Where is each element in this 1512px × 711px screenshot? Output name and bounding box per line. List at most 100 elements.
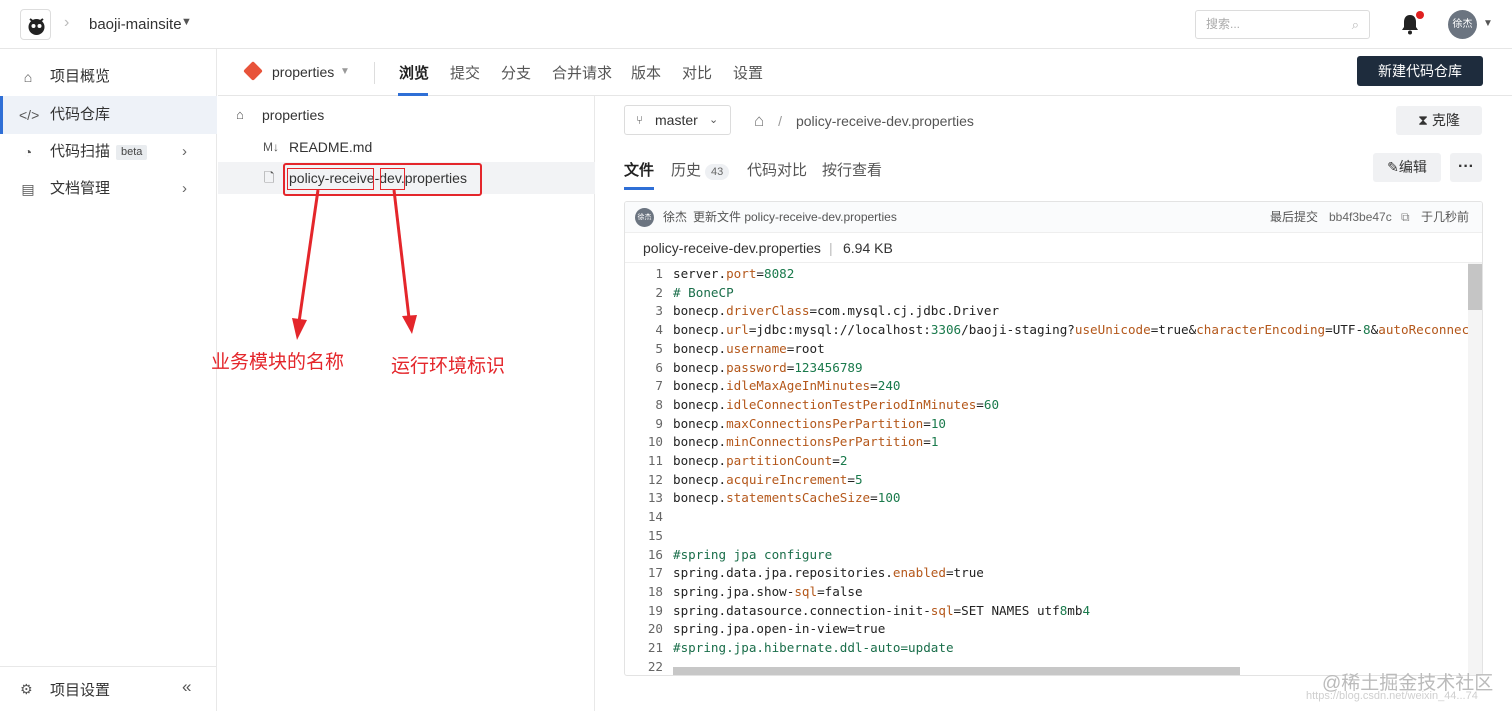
home-icon[interactable]: ⌂ xyxy=(754,111,764,130)
history-count: 43 xyxy=(705,164,730,180)
commit-time: 于几秒前 xyxy=(1421,210,1470,224)
commit-hash[interactable]: bb4f3be47c xyxy=(1329,202,1392,233)
line-source: server.port=8082 xyxy=(673,266,795,281)
commit-bar: 徐杰 徐杰 更新文件 policy-receive-dev.properties… xyxy=(625,202,1482,233)
divider: | xyxy=(829,240,833,256)
line-number[interactable]: 22 xyxy=(625,658,663,675)
line-number[interactable]: 20 xyxy=(625,620,663,639)
line-number[interactable]: 3 xyxy=(625,302,663,321)
line-number[interactable]: 2 xyxy=(625,284,663,303)
code-line: 16 #spring jpa configure xyxy=(625,546,1468,565)
line-number[interactable]: 18 xyxy=(625,583,663,602)
commit-author[interactable]: 徐杰 xyxy=(663,202,687,233)
code-line: 14 xyxy=(625,508,1468,527)
file-name: policy-receive-dev.properties xyxy=(643,240,821,256)
line-number[interactable]: 14 xyxy=(625,508,663,527)
avatar[interactable]: 徐杰 xyxy=(635,208,654,227)
line-number[interactable]: 12 xyxy=(625,471,663,490)
edit-label: 编辑 xyxy=(1398,159,1427,175)
line-number[interactable]: 13 xyxy=(625,489,663,508)
code-line: 7 bonecp.idleMaxAgeInMinutes=240 xyxy=(625,377,1468,396)
line-source: bonecp.username=root xyxy=(673,340,825,356)
tab-file[interactable]: 文件 xyxy=(624,159,654,180)
line-number[interactable]: 9 xyxy=(625,415,663,434)
code-line: 10 bonecp.minConnectionsPerPartition=1 xyxy=(625,433,1468,452)
line-number[interactable]: 10 xyxy=(625,433,663,452)
line-source: spring.datasource.connection-init-sql=SE… xyxy=(673,602,1091,618)
line-source: bonecp.statementsCacheSize=100 xyxy=(673,490,901,506)
code-line: 9 bonecp.maxConnectionsPerPartition=10 xyxy=(625,415,1468,434)
code-line: 1 server.port=8082 xyxy=(625,265,1468,284)
code-line: 15 xyxy=(625,527,1468,546)
line-number[interactable]: 1 xyxy=(625,265,663,284)
line-source: bonecp.partitionCount=2 xyxy=(673,453,848,468)
code-line: 18 spring.jpa.show-sql=false xyxy=(625,583,1468,602)
file-size: 6.94 KB xyxy=(843,240,893,256)
code-line: 3 bonecp.driverClass=com.mysql.cj.jdbc.Dr… xyxy=(625,302,1468,321)
code-line: 12 bonecp.acquireIncrement=5 xyxy=(625,471,1468,490)
branch-icon: ⑂ xyxy=(636,113,644,127)
annotation-module-name: 业务模块的名称 xyxy=(211,352,345,373)
line-number[interactable]: 4 xyxy=(625,321,663,340)
horizontal-scroll-thumb[interactable] xyxy=(673,667,1240,675)
code-line: 5 bonecp.username=root xyxy=(625,340,1468,359)
breadcrumb: ⌂ / policy-receive-dev.properties xyxy=(754,111,974,131)
line-source: spring.data.jpa.repositories.enabled=tru… xyxy=(673,565,984,581)
pencil-icon: ✎ xyxy=(1387,159,1399,175)
branch-selector[interactable]: ⑂ master ⌄ xyxy=(624,105,731,135)
line-source: #spring.jpa.hibernate.ddl-auto=update xyxy=(673,640,954,655)
breadcrumb-sep: / xyxy=(778,113,783,129)
line-number[interactable]: 5 xyxy=(625,340,663,359)
code-line: 13 bonecp.statementsCacheSize=100 xyxy=(625,489,1468,508)
code-line: 17 spring.data.jpa.repositories.enabled=t… xyxy=(625,564,1468,583)
line-source: bonecp.driverClass=com.mysql.cj.jdbc.Dri… xyxy=(673,303,1000,319)
branch-label: master xyxy=(655,112,698,128)
copy-icon[interactable]: ⧉ xyxy=(1401,202,1410,233)
commit-message[interactable]: 更新文件 policy-receive-dev.properties xyxy=(693,202,897,233)
tab-diff[interactable]: 代码对比 xyxy=(747,159,807,180)
code-line: 21 #spring.jpa.hibernate.ddl-auto=update xyxy=(625,639,1468,658)
line-number[interactable]: 15 xyxy=(625,527,663,546)
line-source: spring.jpa.show-sql=false xyxy=(673,583,863,599)
line-source: spring.jpa.open-in-view=true xyxy=(673,621,886,637)
edit-button[interactable]: ✎编辑 xyxy=(1373,153,1441,182)
line-source: # BoneCP xyxy=(673,284,734,300)
active-tab-indicator xyxy=(624,187,654,190)
line-number[interactable]: 19 xyxy=(625,602,663,621)
code-line: 6 bonecp.password=123456789 xyxy=(625,359,1468,378)
code-line: 11 bonecp.partitionCount=2 xyxy=(625,452,1468,471)
code-view[interactable]: 1 server.port=8082 2 # BoneCP 3 bonecp.driver… xyxy=(625,263,1468,675)
line-source: bonecp.url=jdbc:mysql://localhost:3306/b… xyxy=(673,322,1468,338)
chevron-down-icon: ⌄ xyxy=(709,114,719,126)
clone-label: 克隆 xyxy=(1431,112,1460,128)
tab-blame[interactable]: 按行查看 xyxy=(822,159,882,180)
code-line: 4 bonecp.url=jdbc:mysql://localhost:3306/… xyxy=(625,321,1468,340)
annotation-env-tag: 运行环境标识 xyxy=(391,356,506,377)
breadcrumb-file: policy-receive-dev.properties xyxy=(795,113,974,129)
line-number[interactable]: 17 xyxy=(625,564,663,583)
line-number[interactable]: 6 xyxy=(625,359,663,378)
line-source: #spring jpa configure xyxy=(673,546,833,562)
vertical-scroll-thumb[interactable] xyxy=(1468,264,1482,310)
line-number[interactable]: 11 xyxy=(625,452,663,471)
line-number[interactable]: 7 xyxy=(625,377,663,396)
code-line: 8 bonecp.idleConnectionTestPeriodInMinute… xyxy=(625,396,1468,415)
more-button[interactable]: ··· xyxy=(1450,153,1482,182)
tab-history[interactable]: 历史 43 xyxy=(671,159,730,180)
line-number[interactable]: 16 xyxy=(625,546,663,565)
vertical-scrollbar[interactable] xyxy=(1468,263,1482,675)
file-meta: policy-receive-dev.properties | 6.94 KB xyxy=(625,233,1482,263)
line-source: bonecp.minConnectionsPerPartition=1 xyxy=(673,434,939,450)
watermark-url: https://blog.csdn.net/weixin_44...74 xyxy=(1306,690,1478,702)
code-line: 2 # BoneCP xyxy=(625,284,1468,303)
line-source: bonecp.maxConnectionsPerPartition=10 xyxy=(673,415,946,431)
clone-button[interactable]: ⧗ 克隆 xyxy=(1396,106,1482,135)
line-source: bonecp.idleMaxAgeInMinutes=240 xyxy=(673,378,901,394)
line-number[interactable]: 8 xyxy=(625,396,663,415)
hourglass-icon: ⧗ xyxy=(1418,112,1428,128)
line-number[interactable]: 21 xyxy=(625,639,663,658)
line-source: bonecp.acquireIncrement=5 xyxy=(673,471,863,487)
file-viewer: 徐杰 徐杰 更新文件 policy-receive-dev.properties… xyxy=(624,201,1483,676)
line-source: bonecp.idleConnectionTestPeriodInMinutes… xyxy=(673,396,1000,412)
line-source: bonecp.password=123456789 xyxy=(673,359,863,375)
